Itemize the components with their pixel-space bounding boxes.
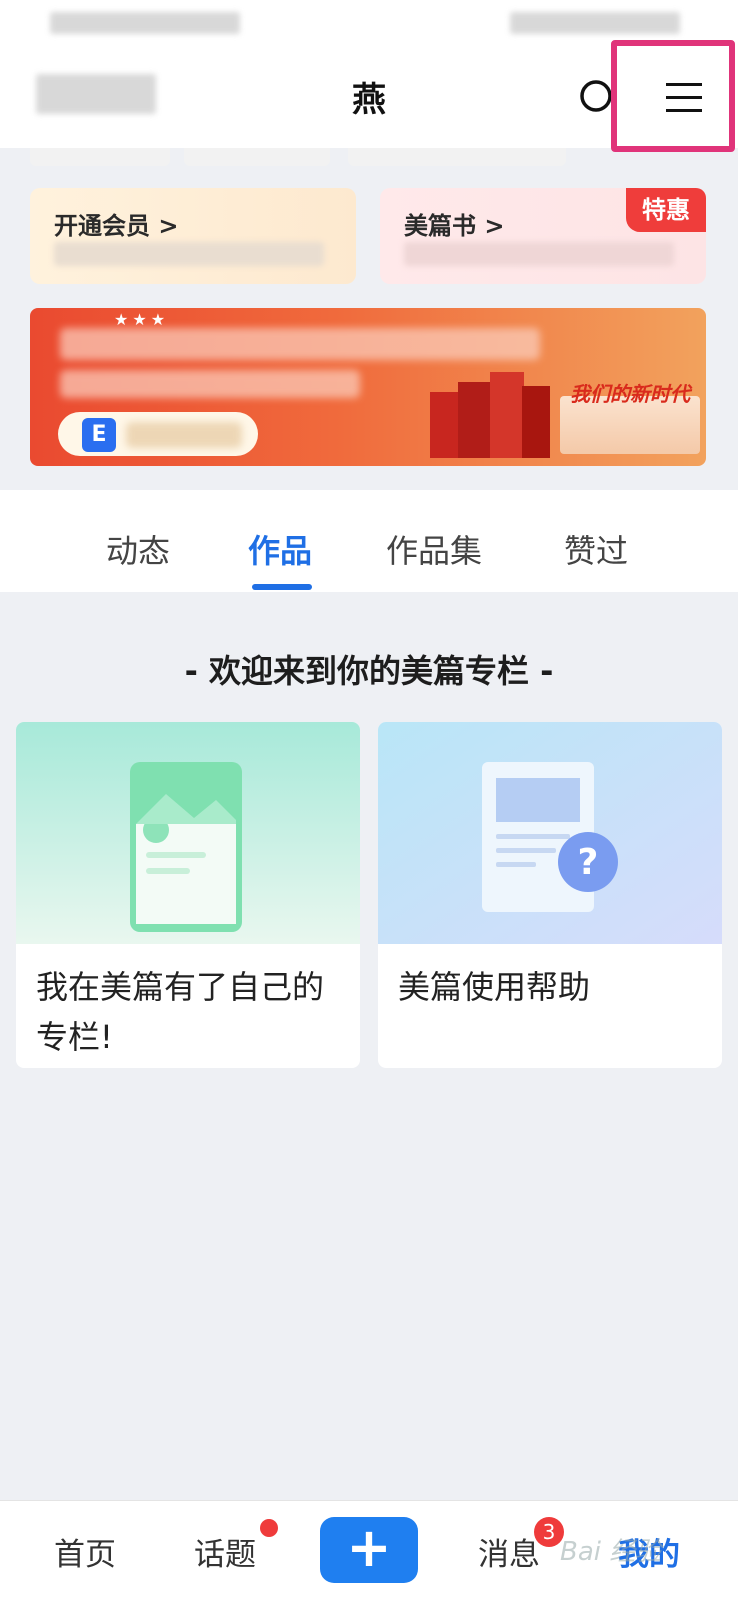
nav-messages[interactable]: 消息	[478, 1529, 540, 1574]
bottom-nav: 首页 话题 + 消息 3 我的 Bai 经验	[0, 1500, 738, 1601]
welcome-heading: - 欢迎来到你的美篇专栏 -	[184, 652, 554, 690]
book-card[interactable]: 美篇书 > 特惠	[380, 188, 706, 284]
vip-card-subtitle-blurred	[54, 242, 324, 266]
tab-activity[interactable]: 动态	[106, 526, 170, 572]
banner-button-text-blurred	[126, 422, 242, 448]
status-left-blurred	[50, 12, 240, 34]
menu-icon[interactable]	[664, 80, 704, 116]
promo-cards: 开通会员 > 美篇书 > 特惠	[30, 188, 706, 284]
profile-chip-row	[30, 148, 590, 166]
banner-logo-icon: E	[82, 418, 116, 452]
active-tab-indicator	[252, 584, 312, 590]
post-card-column[interactable]: 我在美篇有了自己的专栏!	[16, 722, 360, 1068]
promo-banner[interactable]: ★★★ E 我们的新时代	[30, 308, 706, 466]
nav-home[interactable]: 首页	[54, 1529, 116, 1574]
banner-slogan: 我们的新时代	[570, 382, 690, 406]
tab-works[interactable]: 作品	[248, 526, 312, 572]
book-card-subtitle-blurred	[404, 242, 674, 266]
books-illustration	[430, 372, 550, 458]
discount-badge: 特惠	[626, 188, 706, 232]
watermark: Bai 经验	[560, 1537, 662, 1567]
profile-tabs: 动态 作品 作品集 赞过	[0, 490, 738, 592]
post-title: 我在美篇有了自己的专栏!	[36, 968, 325, 1056]
vip-card-title: 开通会员 >	[54, 212, 179, 240]
tab-liked[interactable]: 赞过	[564, 526, 628, 572]
wechat-chip[interactable]	[184, 148, 330, 166]
phone-illustration	[16, 722, 360, 944]
svg-text:?: ?	[578, 842, 599, 883]
post-card-help[interactable]: ? 美篇使用帮助	[378, 722, 722, 1068]
nav-topics[interactable]: 话题	[194, 1529, 256, 1574]
status-right-blurred	[510, 12, 680, 34]
create-button[interactable]: +	[320, 1517, 418, 1583]
vip-card[interactable]: 开通会员 >	[30, 188, 356, 284]
tab-collections[interactable]: 作品集	[386, 526, 482, 572]
add-info-chip[interactable]	[348, 148, 566, 166]
banner-subline-blurred	[60, 370, 360, 398]
location-chip[interactable]	[30, 148, 170, 166]
topics-notification-dot	[260, 1519, 278, 1537]
banner-headline-blurred	[60, 328, 540, 360]
stars-decoration: ★★★	[114, 310, 170, 329]
help-illustration: ?	[378, 722, 722, 944]
post-title: 美篇使用帮助	[398, 968, 591, 1006]
book-card-title: 美篇书 >	[404, 212, 505, 240]
